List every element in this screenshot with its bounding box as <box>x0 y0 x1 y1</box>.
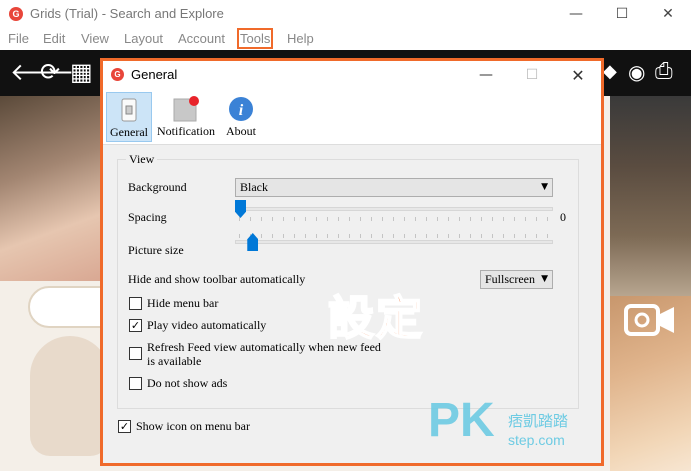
hide-menu-bar-checkbox[interactable] <box>129 297 142 310</box>
tab-notification[interactable]: Notification <box>156 92 216 142</box>
chevron-down-icon: ▼ <box>541 182 548 192</box>
view-group-title: View <box>126 152 158 167</box>
no-ads-checkbox[interactable] <box>129 377 142 390</box>
tab-general-label: General <box>110 125 148 139</box>
show-icon-checkbox[interactable]: ✓ <box>118 420 131 433</box>
dialog-logo-icon: G <box>111 68 124 81</box>
dialog-title: General <box>131 67 178 82</box>
illustration-image <box>30 336 110 456</box>
show-icon-label: Show icon on menu bar <box>136 419 250 433</box>
dialog-maximize-button: ☐ <box>525 67 539 83</box>
tab-general[interactable]: General <box>106 92 152 142</box>
play-video-label: Play video automatically <box>147 318 267 332</box>
picture-size-slider-track[interactable] <box>235 240 553 244</box>
video-camera-icon <box>624 304 674 336</box>
refresh-feed-checkbox[interactable] <box>129 347 142 360</box>
toolbar-auto-select-value: Fullscreen <box>485 272 535 286</box>
toolbar-auto-label: Hide and show toolbar automatically <box>128 272 306 286</box>
feed-photo[interactable] <box>610 96 691 296</box>
switch-icon <box>121 98 137 122</box>
menu-view[interactable]: View <box>81 31 109 46</box>
minimize-button[interactable]: — <box>553 0 599 28</box>
menu-edit[interactable]: Edit <box>43 31 65 46</box>
play-video-checkbox[interactable]: ✓ <box>129 319 142 332</box>
tab-about[interactable]: i About <box>221 92 261 142</box>
inbox-icon[interactable]: ⎙ <box>655 58 673 86</box>
general-settings-dialog: G General — ☐ ✕ General Notification i A… <box>100 58 604 466</box>
spacing-value: 0 <box>560 210 566 224</box>
chevron-down-icon: ▼ <box>541 274 548 284</box>
spacing-slider-thumb[interactable] <box>235 200 246 218</box>
info-icon: i <box>229 97 253 121</box>
background-select[interactable]: Black ▼ <box>235 178 553 197</box>
tab-notification-label: Notification <box>157 124 215 138</box>
picture-size-label: Picture size <box>128 243 184 257</box>
menu-file[interactable]: File <box>8 31 29 46</box>
menu-account[interactable]: Account <box>178 31 225 46</box>
tab-about-label: About <box>226 124 256 138</box>
spacing-label: Spacing <box>128 210 167 224</box>
menubar: File Edit View Layout Account Tools Help <box>0 28 691 50</box>
menu-help[interactable]: Help <box>287 31 314 46</box>
grid-icon[interactable]: ▦ <box>70 58 93 86</box>
feed-photo[interactable] <box>0 96 100 281</box>
hide-menu-bar-label: Hide menu bar <box>147 296 219 310</box>
notification-badge-icon <box>173 96 199 122</box>
toolbar-auto-select[interactable]: Fullscreen ▼ <box>480 270 553 289</box>
dialog-titlebar: G General — ☐ ✕ <box>103 61 601 89</box>
watermark-text: 痞凱踏踏 <box>508 412 569 430</box>
menu-layout[interactable]: Layout <box>124 31 163 46</box>
close-button[interactable]: ✕ <box>645 0 691 28</box>
no-ads-label: Do not show ads <box>147 376 228 390</box>
spacing-slider-track[interactable] <box>235 207 553 211</box>
menu-tools[interactable]: Tools <box>236 28 274 49</box>
settings-caption: 設定 <box>327 290 424 346</box>
speech-bubble-icon[interactable]: ◉ <box>628 58 645 86</box>
picture-size-slider-ticks <box>239 234 551 238</box>
watermark-domain: step.com <box>508 432 565 448</box>
window-title: Grids (Trial) - Search and Explore <box>30 6 224 21</box>
background-select-value: Black <box>240 180 268 194</box>
app-logo-icon: G <box>9 7 23 21</box>
refresh-feed-label-line2: is available <box>147 354 202 368</box>
tag-icon[interactable]: ◆ <box>603 58 617 86</box>
dialog-tabbar: General Notification i About <box>103 89 601 145</box>
svg-text:i: i <box>239 102 244 119</box>
dialog-minimize-button[interactable]: — <box>463 61 509 89</box>
main-titlebar: G Grids (Trial) - Search and Explore — ☐… <box>0 0 691 28</box>
background-label: Background <box>128 180 187 194</box>
dialog-close-button[interactable]: ✕ <box>555 61 601 89</box>
spacing-slider-ticks <box>239 217 551 221</box>
maximize-button[interactable]: ☐ <box>599 0 645 28</box>
watermark-logo: PK <box>428 394 495 447</box>
refresh-icon[interactable]: ⟳ <box>40 58 60 86</box>
